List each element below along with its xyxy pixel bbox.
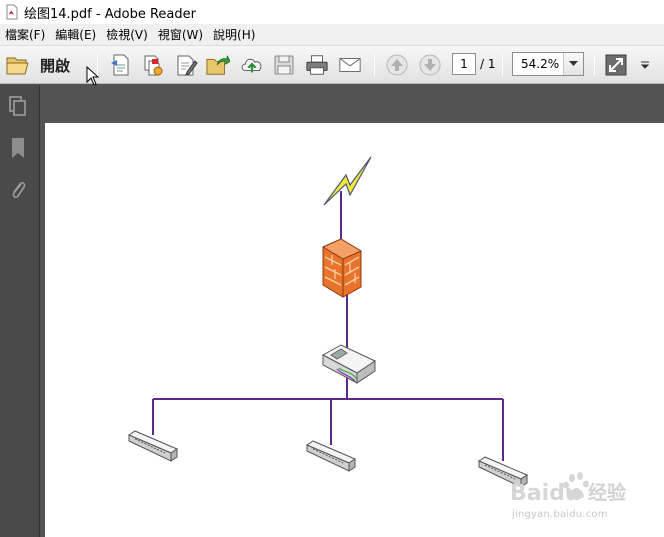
menu-edit[interactable]: 編輯(E) bbox=[52, 26, 103, 43]
fullscreen-button[interactable] bbox=[604, 53, 628, 77]
title-bar: 绘图14.pdf - Adobe Reader bbox=[0, 0, 664, 24]
edit-pdf-button[interactable] bbox=[174, 53, 198, 77]
combine-files-button[interactable] bbox=[142, 53, 166, 77]
page-total: / 1 bbox=[480, 57, 496, 71]
pages-panel-button[interactable] bbox=[6, 93, 30, 119]
export-pdf-button[interactable] bbox=[206, 53, 230, 77]
switch-icon-middle bbox=[305, 440, 357, 472]
printer-icon bbox=[306, 55, 328, 75]
zoom-value[interactable]: 54.2% bbox=[513, 53, 563, 75]
zoom-dropdown-button[interactable] bbox=[563, 53, 583, 75]
folder-open-icon bbox=[6, 57, 29, 75]
fullscreen-icon bbox=[605, 54, 627, 76]
arrow-up-icon bbox=[386, 54, 408, 76]
attachments-panel-button[interactable] bbox=[6, 177, 30, 203]
save-button[interactable] bbox=[272, 53, 296, 77]
print-button[interactable] bbox=[305, 53, 329, 77]
link-lines bbox=[152, 191, 504, 461]
navigation-pane bbox=[0, 85, 40, 537]
internet-lightning-icon bbox=[323, 156, 372, 206]
watermark-chinese-text: 经验 bbox=[588, 482, 627, 504]
open-button[interactable] bbox=[6, 53, 30, 77]
zoom-select[interactable]: 54.2% bbox=[512, 52, 584, 76]
router-icon bbox=[321, 344, 377, 384]
paperclip-icon bbox=[12, 181, 26, 199]
open-button-label[interactable]: 開啟 bbox=[40, 55, 70, 76]
page-number-input[interactable] bbox=[452, 53, 476, 75]
menu-bar: 檔案(F) 編輯(E) 檢視(V) 視窗(W) 說明(H) bbox=[0, 24, 664, 46]
window-title: 绘图14.pdf - Adobe Reader bbox=[24, 6, 196, 22]
email-icon bbox=[339, 58, 361, 72]
arrow-down-icon bbox=[419, 54, 441, 76]
previous-page-button[interactable] bbox=[385, 53, 409, 77]
next-page-button[interactable] bbox=[418, 53, 442, 77]
menu-window[interactable]: 視窗(W) bbox=[155, 26, 210, 43]
email-button[interactable] bbox=[338, 53, 362, 77]
upload-cloud-icon bbox=[241, 58, 262, 73]
toolbar-overflow-button[interactable] bbox=[636, 53, 654, 77]
menu-file[interactable]: 檔案(F) bbox=[2, 26, 52, 43]
pdf-file-icon bbox=[6, 4, 18, 20]
firewall-icon bbox=[321, 238, 363, 298]
chevron-down-icon bbox=[569, 61, 578, 66]
bookmark-icon bbox=[12, 138, 24, 158]
create-pdf-button[interactable] bbox=[108, 53, 132, 77]
create-pdf-icon bbox=[111, 54, 129, 76]
pages-panel-icon bbox=[9, 96, 26, 116]
menu-view[interactable]: 檢視(V) bbox=[103, 26, 155, 43]
export-pdf-icon bbox=[206, 55, 230, 75]
watermark-url: jingyan.baidu.com bbox=[512, 509, 608, 520]
bookmarks-panel-button[interactable] bbox=[6, 135, 30, 161]
combine-files-icon bbox=[144, 55, 163, 76]
overflow-icon bbox=[640, 61, 650, 69]
upload-button[interactable] bbox=[240, 53, 264, 77]
save-icon bbox=[274, 55, 294, 75]
switch-icon-left bbox=[127, 430, 179, 462]
menu-help[interactable]: 說明(H) bbox=[210, 26, 262, 43]
edit-pdf-icon bbox=[177, 55, 198, 76]
